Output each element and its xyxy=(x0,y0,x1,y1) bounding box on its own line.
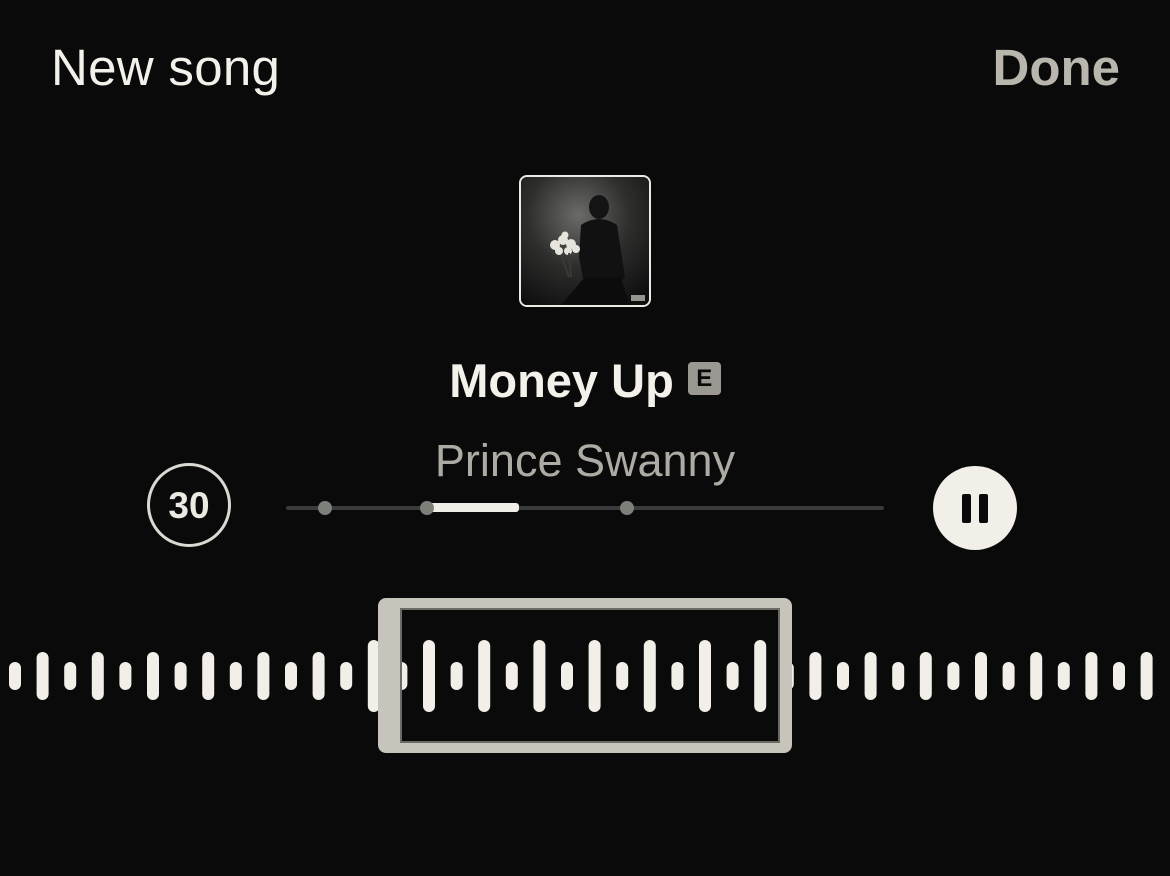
waveform-bar xyxy=(340,662,353,690)
waveform-bar xyxy=(9,662,21,690)
waveform-bar xyxy=(119,662,132,690)
clip-selection-handle[interactable] xyxy=(378,598,792,753)
progress-marker xyxy=(419,501,434,515)
done-button[interactable]: Done xyxy=(993,36,1121,100)
waveform-bar xyxy=(202,652,215,700)
waveform-bar xyxy=(1085,652,1098,700)
album-art xyxy=(519,175,651,307)
waveform-bar xyxy=(257,652,270,700)
waveform-bar xyxy=(285,662,297,690)
waveform-bar xyxy=(809,652,822,700)
progress-marker xyxy=(317,501,332,515)
header-title: New song xyxy=(51,39,281,96)
waveform-bar xyxy=(1002,662,1015,690)
waveform-bar xyxy=(864,652,877,700)
waveform-bar xyxy=(1030,652,1043,700)
explicit-icon: E xyxy=(687,361,721,395)
waveform-bar xyxy=(64,662,77,690)
waveform-bar xyxy=(837,662,849,690)
progress-marker xyxy=(619,501,634,515)
waveform-bar xyxy=(229,662,242,690)
album-art-image xyxy=(521,177,649,305)
waveform-bar xyxy=(947,662,960,690)
pause-button[interactable] xyxy=(933,466,1017,550)
waveform-bar xyxy=(1113,662,1125,690)
song-title: Money Up xyxy=(449,354,674,407)
waveform-bar xyxy=(91,652,104,700)
progress-highlight xyxy=(426,503,520,512)
waveform-bar xyxy=(147,652,159,700)
waveform-bar xyxy=(919,652,932,700)
waveform-bar xyxy=(1057,662,1070,690)
waveform-bar xyxy=(174,662,187,690)
waveform-bar xyxy=(312,652,325,700)
waveform-bar xyxy=(892,662,905,690)
waveform-bar xyxy=(1140,652,1153,700)
pause-icon xyxy=(962,494,971,523)
pause-icon-bar xyxy=(979,494,988,523)
progress-track[interactable] xyxy=(286,501,884,515)
waveform-bar xyxy=(975,652,987,700)
clip-duration-button[interactable]: 30 xyxy=(147,463,231,547)
waveform-bar xyxy=(36,652,49,700)
